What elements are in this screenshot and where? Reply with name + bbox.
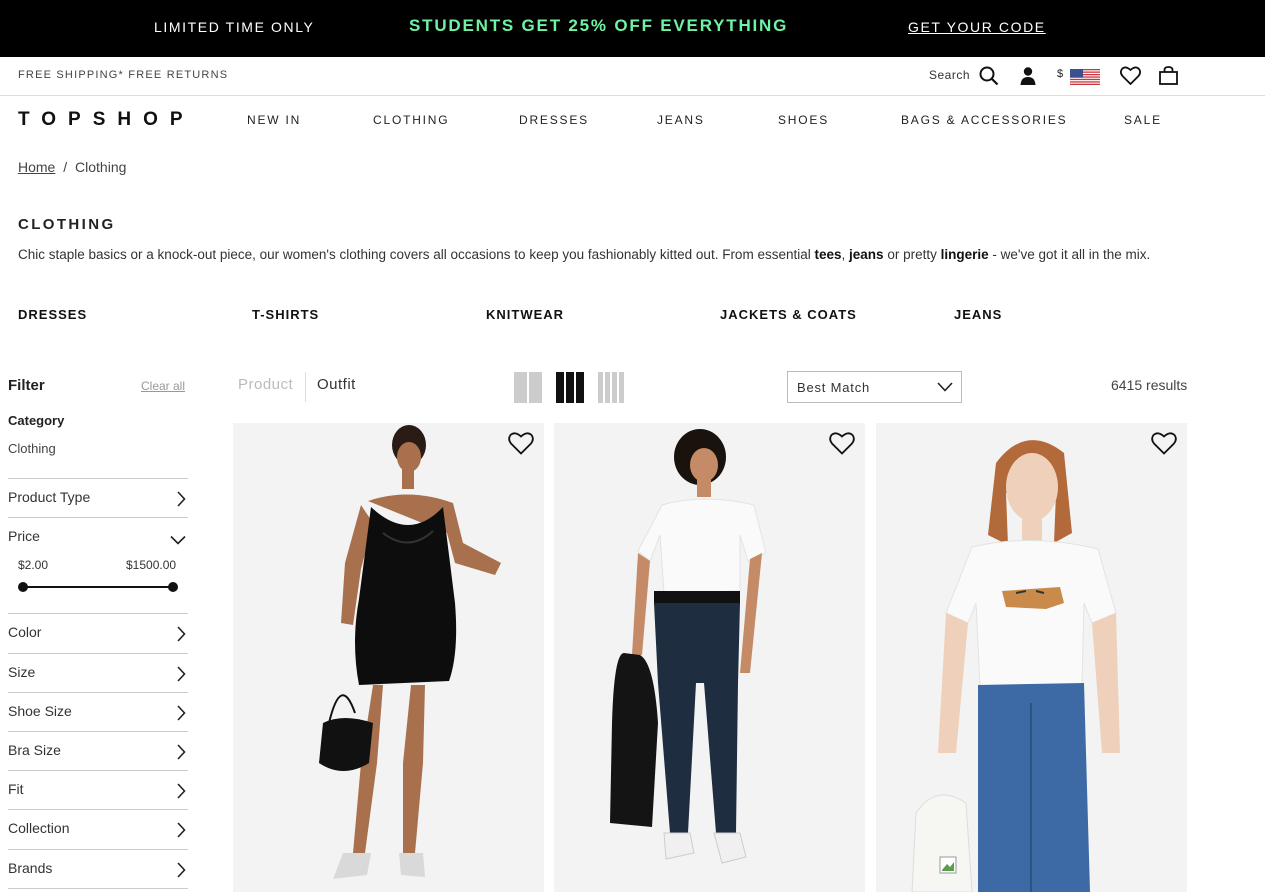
nav-item-new-in[interactable]: NEW IN [247,113,301,127]
filter-color[interactable]: Color [8,613,188,652]
grid-4-column-icon[interactable] [598,372,624,403]
search-icon[interactable] [979,66,999,91]
get-code-link[interactable]: GET YOUR CODE [908,19,1046,35]
filter-brands[interactable]: Brands [8,849,188,889]
chevron-down-icon [937,380,953,398]
breadcrumb-current: Clothing [75,159,127,175]
nav-item-shoes[interactable]: SHOES [778,113,829,127]
filter-collection[interactable]: Collection [8,809,188,848]
subcategory-dresses[interactable]: DRESSES [18,307,87,322]
filter-label: Shoe Size [8,703,72,719]
utility-bar: FREE SHIPPING* FREE RETURNS Search $ [0,57,1265,96]
outfit-view-toggle[interactable]: Outfit [317,376,356,393]
filter-label: Bra Size [8,742,61,758]
category-filter-heading: Category [8,413,65,428]
intro-link-jeans[interactable]: jeans [849,247,884,262]
toggle-divider [305,372,306,402]
category-filter-value[interactable]: Clothing [8,441,56,456]
filter-label: Size [8,664,36,680]
price-min-handle[interactable] [18,582,28,592]
intro-comma: , [841,247,850,262]
price-max-value: $1500.00 [126,558,177,572]
filter-label: Product Type [8,489,91,505]
product-view-toggle[interactable]: Product [238,376,293,393]
chevron-down-icon [170,532,186,550]
chevron-right-icon [176,705,186,726]
breadcrumb-separator: / [63,159,68,175]
price-min-value: $2.00 [18,558,49,572]
subcategory-t-shirts[interactable]: T-SHIRTS [252,307,319,322]
intro-text-or: or pretty [883,247,941,262]
page-title: CLOTHING [18,216,116,233]
filter-price[interactable]: Price [8,517,188,556]
price-range-slider[interactable] [23,586,173,588]
intro-link-tees[interactable]: tees [814,247,841,262]
grid-3-column-icon[interactable] [556,372,584,403]
broken-image-icon [939,856,957,879]
wishlist-heart-icon[interactable] [829,432,855,460]
nav-item-bags-accessories[interactable]: BAGS & ACCESSORIES [901,113,1067,127]
chevron-right-icon [176,666,186,687]
intro-text-start: Chic staple basics or a knock-out piece,… [18,247,815,262]
nav-item-sale[interactable]: SALE [1124,113,1162,127]
account-icon[interactable] [1019,66,1037,91]
wishlist-heart-icon[interactable] [1119,66,1142,90]
wishlist-heart-icon[interactable] [1151,432,1177,460]
topshop-logo[interactable]: TOPSHOP [18,109,195,131]
grid-2-column-icon[interactable] [514,372,542,403]
shopping-bag-icon[interactable] [1159,66,1178,90]
product-card[interactable] [554,423,865,892]
subcategory-jeans[interactable]: JEANS [954,307,1002,322]
product-image-black-slip-dress[interactable] [233,423,544,892]
filter-size[interactable]: Size [8,653,188,692]
wishlist-heart-icon[interactable] [508,432,534,460]
nav-item-dresses[interactable]: DRESSES [519,113,589,127]
chevron-right-icon [176,626,186,647]
shipping-notice: FREE SHIPPING* FREE RETURNS [18,69,229,81]
results-count: 6415 results [1111,377,1188,393]
filter-label: Brands [8,860,53,876]
filter-heading: Filter [8,377,45,394]
promo-banner: LIMITED TIME ONLY STUDENTS GET 25% OFF E… [0,0,1265,57]
promo-left-text: LIMITED TIME ONLY [154,19,315,35]
filter-label: Price [8,528,40,544]
category-intro: Chic staple basics or a knock-out piece,… [18,246,1178,264]
nav-item-clothing[interactable]: CLOTHING [373,113,449,127]
intro-link-lingerie[interactable]: lingerie [941,247,989,262]
product-card[interactable] [233,423,544,892]
chevron-right-icon [176,744,186,765]
search-label[interactable]: Search [929,68,970,82]
currency-symbol[interactable]: $ [1057,68,1063,80]
product-card[interactable] [876,423,1187,892]
filter-product-type[interactable]: Product Type [8,478,188,517]
filter-label: Color [8,624,42,640]
intro-text-end: - we've got it all in the mix. [988,247,1151,262]
chevron-right-icon [176,862,186,883]
sort-dropdown[interactable]: Best Match [787,371,962,403]
product-image-white-tee-jeans[interactable] [554,423,865,892]
chevron-right-icon [176,783,186,804]
price-max-handle[interactable] [168,582,178,592]
main-navigation: TOPSHOP NEW IN CLOTHING DRESSES JEANS SH… [0,96,1265,144]
breadcrumb: Home / Clothing [18,159,126,175]
product-image-tiger-tee-jeans[interactable] [876,423,1187,892]
promo-headline: STUDENTS GET 25% OFF EVERYTHING [409,16,789,35]
filter-fit[interactable]: Fit [8,770,188,809]
nav-item-jeans[interactable]: JEANS [657,113,705,127]
chevron-right-icon [176,822,186,843]
filter-bra-size[interactable]: Bra Size [8,731,188,770]
chevron-right-icon [176,491,186,512]
subcategory-knitwear[interactable]: KNITWEAR [486,307,564,322]
filter-shoe-size[interactable]: Shoe Size [8,692,188,731]
us-flag-icon[interactable] [1070,69,1100,90]
filter-label: Fit [8,781,24,797]
clear-all-filters-link[interactable]: Clear all [141,379,185,393]
filter-label: Collection [8,820,70,836]
breadcrumb-home[interactable]: Home [18,159,55,175]
subcategory-jackets-coats[interactable]: JACKETS & COATS [720,307,857,322]
sort-selected-value: Best Match [797,380,871,395]
